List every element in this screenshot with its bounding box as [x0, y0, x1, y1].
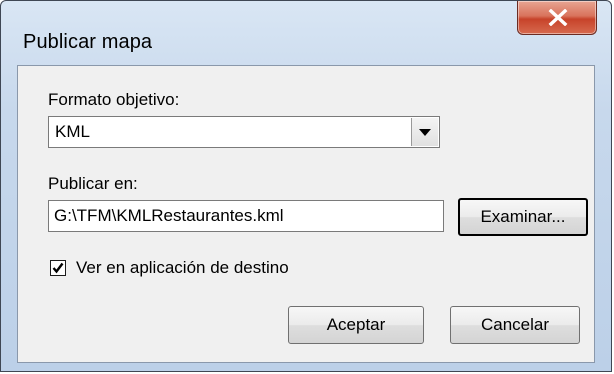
open-in-app-label[interactable]: Ver en aplicación de destino: [76, 258, 289, 278]
publish-map-dialog: Publicar mapa Formato objetivo: KML Publ…: [0, 0, 612, 372]
browse-button[interactable]: Examinar...: [458, 198, 588, 236]
checkmark-icon: [52, 262, 64, 274]
dialog-body: Formato objetivo: KML Publicar en: G:\TF…: [17, 65, 595, 363]
open-in-app-checkbox[interactable]: [50, 260, 66, 276]
title-bar[interactable]: Publicar mapa: [1, 1, 611, 65]
format-selected-value: KML: [55, 122, 90, 141]
format-dropdown[interactable]: KML: [48, 116, 440, 148]
publish-path-field[interactable]: G:\TFM\KMLRestaurantes.kml: [48, 200, 444, 232]
close-icon: [548, 9, 568, 26]
publish-path-value: G:\TFM\KMLRestaurantes.kml: [54, 206, 284, 225]
window-title: Publicar mapa: [23, 31, 153, 53]
chevron-down-icon: [419, 129, 431, 136]
dropdown-arrow-button[interactable]: [411, 118, 438, 146]
format-label: Formato objetivo:: [48, 90, 180, 109]
accept-button[interactable]: Aceptar: [288, 306, 424, 344]
close-button[interactable]: [517, 1, 597, 35]
cancel-button[interactable]: Cancelar: [450, 306, 580, 344]
publish-label: Publicar en:: [48, 174, 138, 193]
